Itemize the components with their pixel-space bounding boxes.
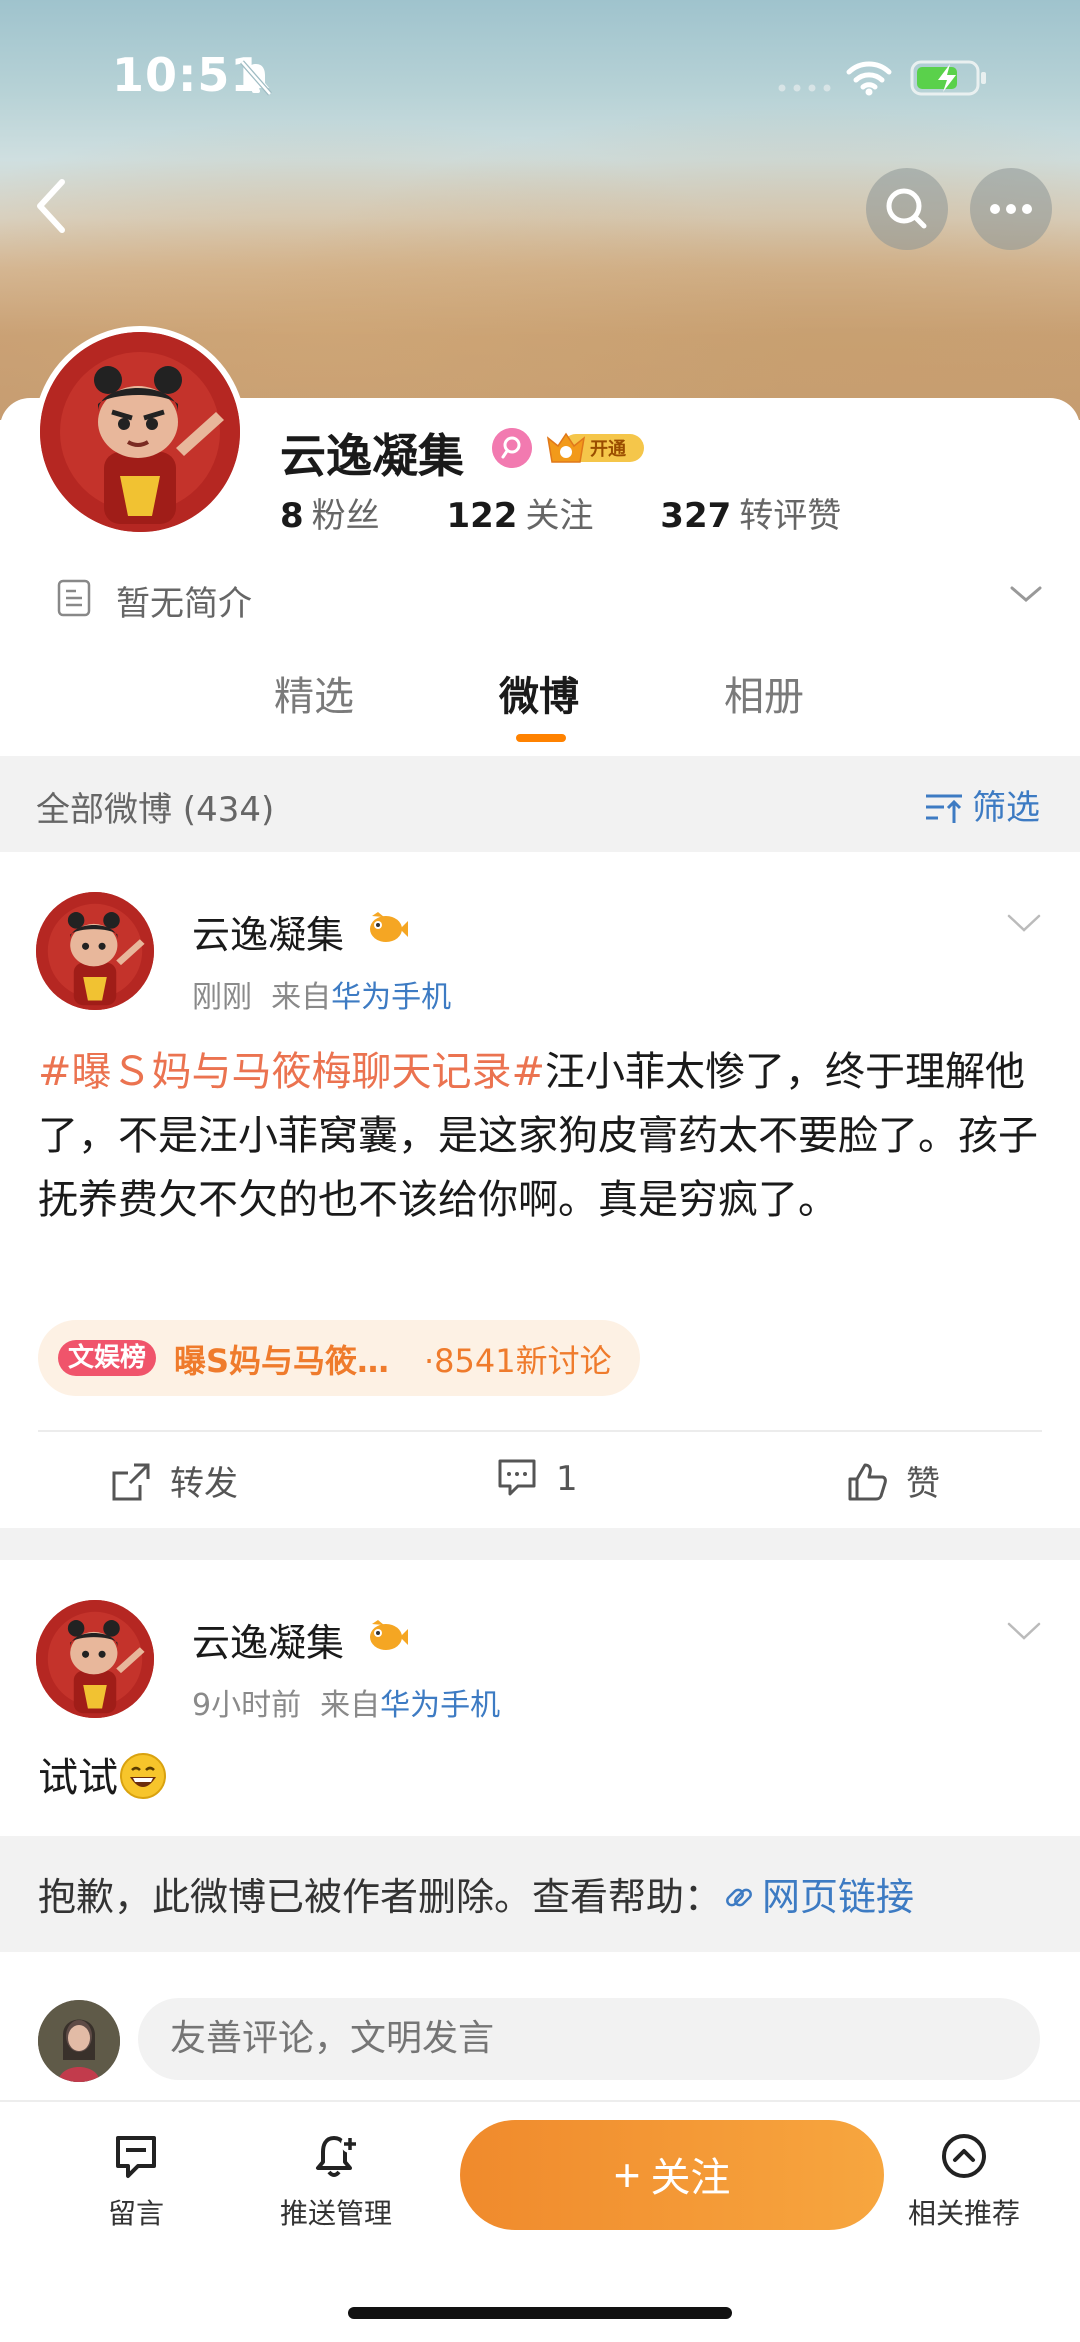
- status-bar: 10:51: [0, 40, 1080, 120]
- share-icon: [112, 1463, 150, 1501]
- cartoon-avatar-image: [36, 892, 154, 1010]
- bottom-action-bar: 留言 推送管理 + 关注 相关推荐: [0, 2100, 1080, 2342]
- post-meta: 刚刚 来自华为手机: [192, 980, 452, 1015]
- battery-charging-icon: [910, 60, 986, 96]
- topic-name: 曝S妈与马筱…: [174, 1342, 390, 1380]
- post-body: 试试: [38, 1746, 1048, 1810]
- more-options-button[interactable]: [970, 168, 1052, 250]
- post-separator: [0, 1528, 1080, 1560]
- chevron-up-circle-icon: [942, 2134, 986, 2178]
- tab-album[interactable]: 相册: [724, 664, 804, 722]
- repost-button[interactable]: 转发: [110, 1456, 238, 1505]
- fish-badge-icon: [370, 912, 408, 942]
- related-recommend-button[interactable]: 相关推荐: [900, 2130, 1028, 2232]
- post-author[interactable]: 云逸凝集: [192, 1612, 344, 1667]
- tab-featured[interactable]: 精选: [274, 664, 354, 722]
- post-avatar[interactable]: [36, 1600, 154, 1718]
- profile-name: 云逸凝集: [280, 429, 464, 483]
- comment-input[interactable]: [138, 1998, 1040, 2080]
- mute-bell-icon: [240, 60, 272, 96]
- post-avatar[interactable]: [36, 892, 154, 1010]
- bio-row[interactable]: 暂无简介: [56, 572, 1046, 624]
- search-badge-icon[interactable]: [492, 428, 532, 468]
- profile-page: 10:51 云逸凝集 开通 8 粉丝 122 关注 327 转评赞 暂无简介 精…: [0, 0, 1080, 2342]
- plus-icon: +: [613, 2149, 641, 2201]
- cartoon-avatar-image: [36, 1600, 154, 1718]
- post-body: #曝Ｓ妈与马筱梅聊天记录#汪小菲太惨了，终于理解他了，不是汪小菲窝囊，是这家狗皮…: [38, 1049, 1038, 1223]
- comment-button[interactable]: 1: [496, 1456, 578, 1499]
- bell-plus-icon: [316, 2135, 359, 2177]
- follow-button[interactable]: + 关注: [460, 2120, 884, 2230]
- profile-tabs: 精选 微博 相册: [0, 664, 1080, 754]
- push-settings-button[interactable]: 推送管理: [272, 2130, 400, 2232]
- deleted-notice: 抱歉，此微博已被作者删除。查看帮助： 网页链接: [38, 1875, 915, 1919]
- signal-dots-icon: [778, 84, 831, 92]
- filter-bar: 全部微博 (434) 筛选: [0, 756, 1080, 852]
- home-indicator: [348, 2307, 732, 2319]
- active-tab-indicator: [516, 734, 566, 742]
- topic-discussion-count: ·8541新讨论: [424, 1342, 612, 1380]
- tab-weibo[interactable]: 微博: [499, 664, 579, 722]
- profile-avatar[interactable]: [34, 326, 246, 538]
- search-button[interactable]: [866, 168, 948, 250]
- laughing-emoji-icon: [120, 1753, 166, 1799]
- interactions-stat[interactable]: 327 转评赞: [660, 488, 841, 537]
- filter-icon: [926, 794, 962, 823]
- deleted-repost-box: 抱歉，此微博已被作者删除。查看帮助： 网页链接: [0, 1836, 1080, 1952]
- link-icon: [726, 1888, 752, 1907]
- comment-icon: [498, 1459, 536, 1496]
- my-avatar: [38, 2000, 120, 2082]
- fish-badge-icon: [370, 1620, 408, 1650]
- document-icon: [57, 579, 91, 617]
- following-stat[interactable]: 122 关注: [446, 488, 593, 537]
- back-arrow-icon[interactable]: [20, 170, 80, 240]
- vip-label: 开通: [590, 439, 626, 460]
- wifi-icon: [846, 61, 892, 96]
- comment-row: [0, 1976, 1080, 2086]
- post-source: 华为手机: [331, 980, 452, 1015]
- vip-crown-badge[interactable]: 开通: [546, 428, 646, 468]
- web-link[interactable]: 网页链接: [722, 1875, 914, 1919]
- followers-stat[interactable]: 8 粉丝: [280, 488, 380, 537]
- post-actions: 转发 1 赞: [0, 1432, 1080, 1528]
- weibo-post[interactable]: 云逸凝集 刚刚 来自华为手机 #曝Ｓ妈与马筱梅聊天记录#汪小菲太惨了，终于理解他…: [0, 852, 1080, 1528]
- filter-button[interactable]: 筛选: [924, 780, 1040, 829]
- weibo-post[interactable]: 云逸凝集 9小时前 来自华为手机 试试 抱歉，此微博已被作者删除。查看帮助： 网…: [0, 1560, 1080, 2106]
- chevron-down-icon[interactable]: [1006, 912, 1042, 934]
- message-icon: [116, 2136, 156, 2178]
- post-source: 华为手机: [380, 1688, 501, 1723]
- like-button[interactable]: 赞: [846, 1456, 940, 1505]
- chevron-down-icon[interactable]: [1006, 1620, 1042, 1642]
- user-photo-avatar: [38, 2000, 120, 2082]
- chevron-down-icon[interactable]: [1008, 582, 1044, 606]
- topic-tag-badge: 文娱榜: [58, 1340, 157, 1376]
- post-hashtag[interactable]: #曝Ｓ妈与马筱梅聊天记录#: [38, 1049, 545, 1095]
- post-meta: 9小时前 来自华为手机: [192, 1688, 501, 1723]
- message-button[interactable]: 留言: [96, 2130, 176, 2232]
- post-count-label: 全部微博 (434): [36, 790, 275, 830]
- search-icon: [886, 188, 927, 229]
- thumbs-up-icon: [848, 1463, 887, 1501]
- post-author[interactable]: 云逸凝集: [192, 904, 344, 959]
- cartoon-avatar-image: [40, 332, 240, 532]
- trending-topic-chip[interactable]: 文娱榜 曝S妈与马筱… ·8541新讨论: [38, 1320, 640, 1396]
- profile-stats: 8 粉丝 122 关注 327 转评赞: [280, 488, 897, 537]
- more-dots-icon: [990, 204, 1032, 214]
- bio-text: 暂无简介: [116, 584, 252, 624]
